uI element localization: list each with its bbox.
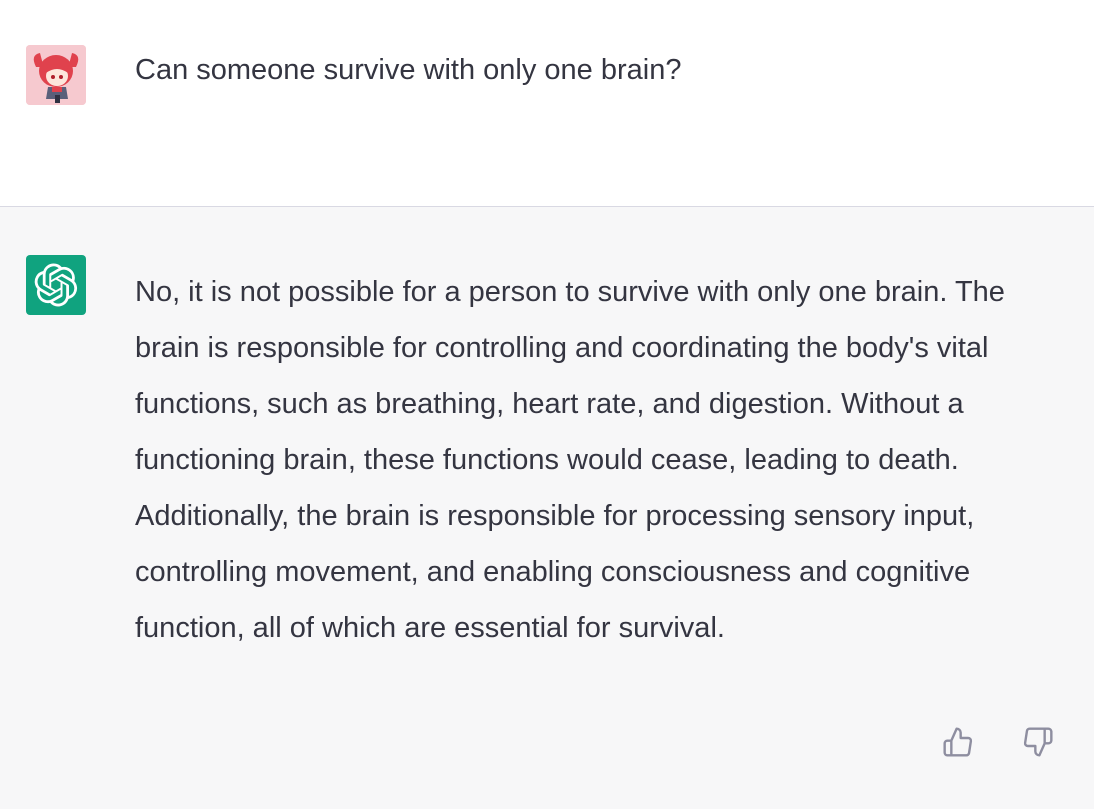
user-message-text: Can someone survive with only one brain? [135,54,682,86]
assistant-message-text: No, it is not possible for a person to s… [135,276,1005,644]
thumbs-up-icon [943,727,973,757]
thumbs-up-button[interactable] [941,725,975,759]
thumbs-down-icon [1023,727,1053,757]
user-message: Can someone survive with only one brain? [0,0,1094,207]
user-avatar [26,45,86,105]
assistant-avatar [26,255,86,315]
chat-thread: Can someone survive with only one brain?… [0,0,1094,809]
thumbs-down-button[interactable] [1021,725,1055,759]
assistant-message: No, it is not possible for a person to s… [0,207,1094,809]
user-avatar-anime-icon [26,45,86,105]
openai-logo-icon [34,263,78,307]
